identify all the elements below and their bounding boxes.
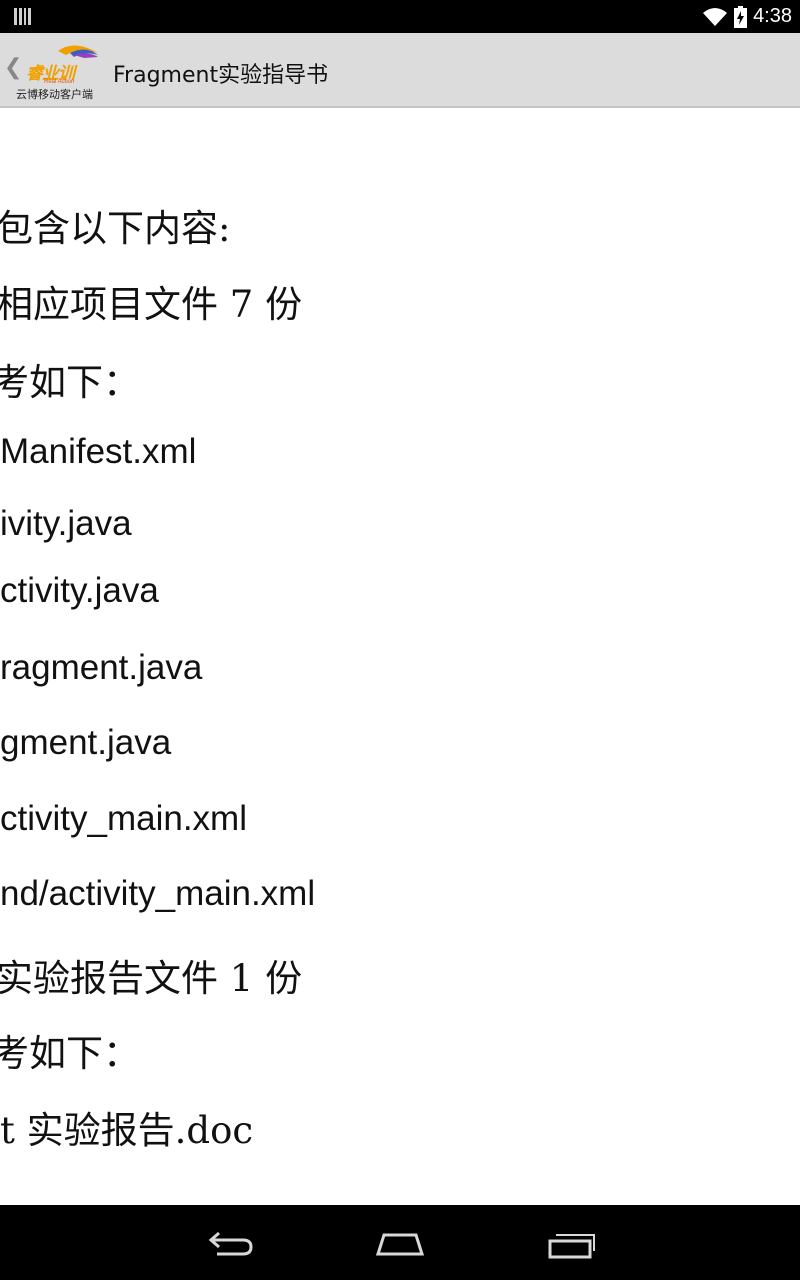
notification-bars-icon — [14, 8, 31, 25]
doc-line: ivity.java — [0, 504, 132, 543]
doc-line: ctivity_main.xml — [0, 799, 247, 838]
doc-line: 相应项目文件 7 份 — [0, 283, 303, 326]
logo-subtitle: Real Action — [44, 79, 75, 85]
doc-line: t 实验报告.doc — [0, 1109, 254, 1152]
doc-line: Manifest.xml — [0, 432, 197, 471]
status-icons: 4:38 — [702, 0, 792, 33]
app-logo[interactable]: 睿业训 Real Action 云博移动客户端 — [14, 41, 108, 101]
doc-line: 实验报告文件 1 份 — [0, 957, 303, 1000]
document-view[interactable]: 包含以下内容: 相应项目文件 7 份 考如下： Manifest.xml ivi… — [0, 110, 800, 1205]
doc-line: ctivity.java — [0, 571, 159, 610]
action-bar: ❮ 睿业训 Real Action 云博移动客户端 Fragment实验指导书 — [0, 33, 800, 108]
home-icon[interactable] — [374, 1223, 426, 1263]
back-icon[interactable] — [205, 1223, 255, 1263]
page-title: Fragment实验指导书 — [113, 63, 329, 88]
doc-line: gment.java — [0, 723, 172, 762]
doc-line: 考如下： — [0, 1032, 140, 1075]
wifi-icon — [702, 7, 728, 27]
doc-line: ragment.java — [0, 648, 203, 687]
doc-line: 考如下： — [0, 361, 140, 404]
navigation-bar — [0, 1205, 800, 1280]
doc-line: nd/activity_main.xml — [0, 874, 316, 913]
clock: 4:38 — [753, 5, 792, 27]
battery-charging-icon — [734, 5, 748, 28]
logo-caption: 云博移动客户端 — [16, 88, 93, 101]
doc-line: 包含以下内容: — [0, 207, 231, 250]
recents-icon[interactable] — [546, 1223, 598, 1263]
status-bar: 4:38 — [0, 0, 800, 33]
